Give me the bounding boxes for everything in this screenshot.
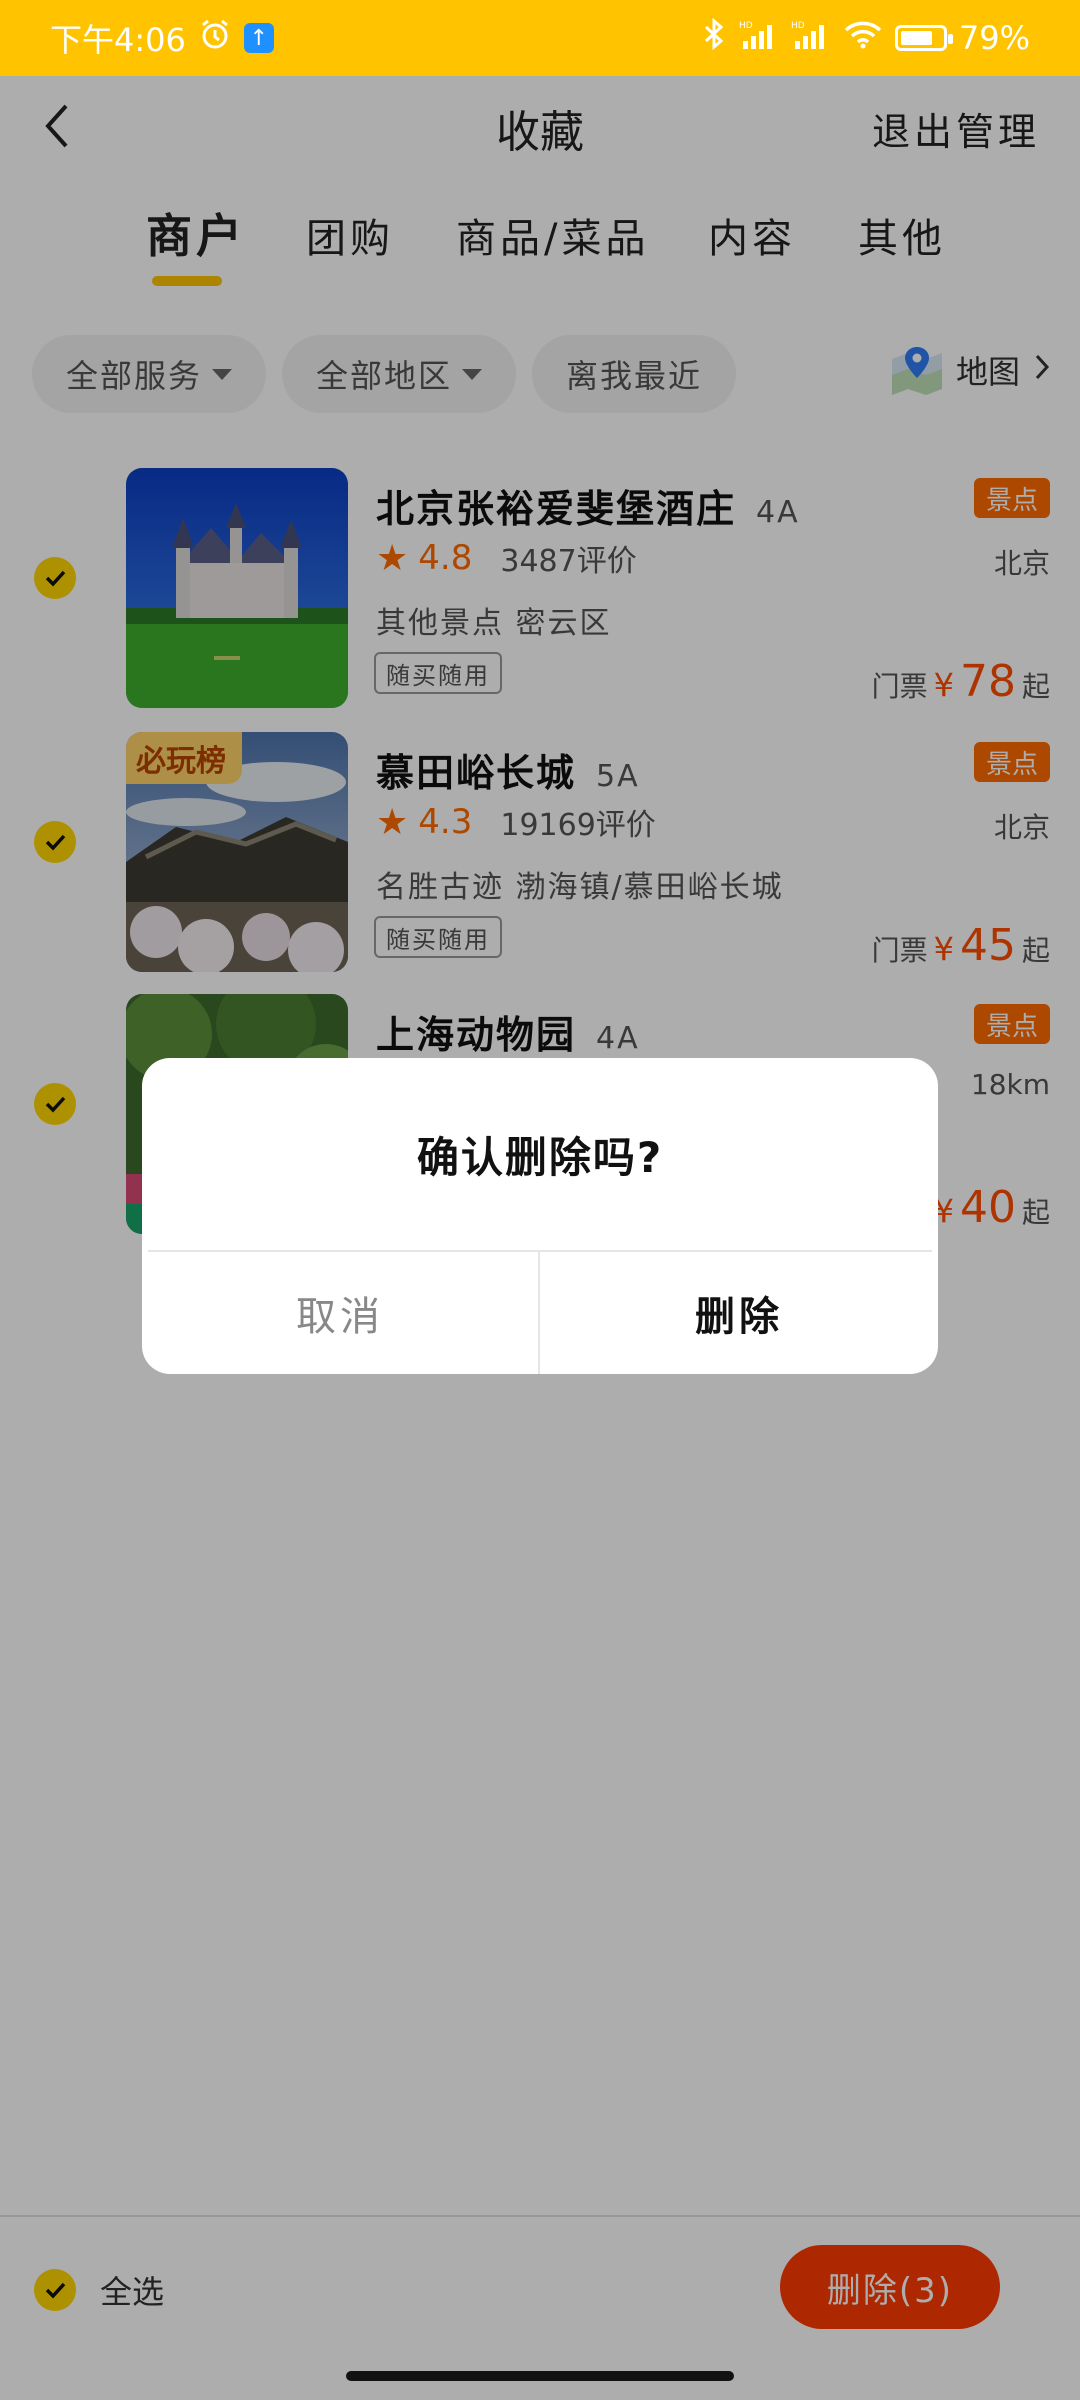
cancel-button[interactable]: 取消 — [142, 1252, 538, 1374]
alarm-icon — [198, 17, 232, 59]
battery-fill — [900, 31, 933, 45]
battery-icon — [894, 25, 953, 51]
confirm-delete-dialog: 确认删除吗? 取消 删除 — [142, 1058, 938, 1374]
status-bar: 下午4:06 ↑ HD HD 79% — [0, 0, 1080, 76]
status-left: 下午4:06 ↑ — [50, 15, 274, 61]
signal-icon-2: HD — [791, 19, 831, 57]
status-time: 下午4:06 — [50, 21, 186, 59]
dialog-title: 确认删除吗? — [416, 1133, 664, 1182]
status-right: HD HD 79% — [701, 17, 1030, 59]
signal-icon-1: HD — [739, 19, 779, 57]
hd-label-2: HD — [791, 21, 805, 31]
upload-icon: ↑ — [243, 23, 274, 53]
hd-label-1: HD — [739, 21, 753, 31]
confirm-delete-button[interactable]: 删除 — [540, 1252, 938, 1374]
battery-percent: 79% — [958, 19, 1030, 57]
wifi-icon — [843, 19, 883, 57]
home-indicator[interactable] — [346, 2371, 734, 2381]
bluetooth-icon — [701, 17, 727, 59]
